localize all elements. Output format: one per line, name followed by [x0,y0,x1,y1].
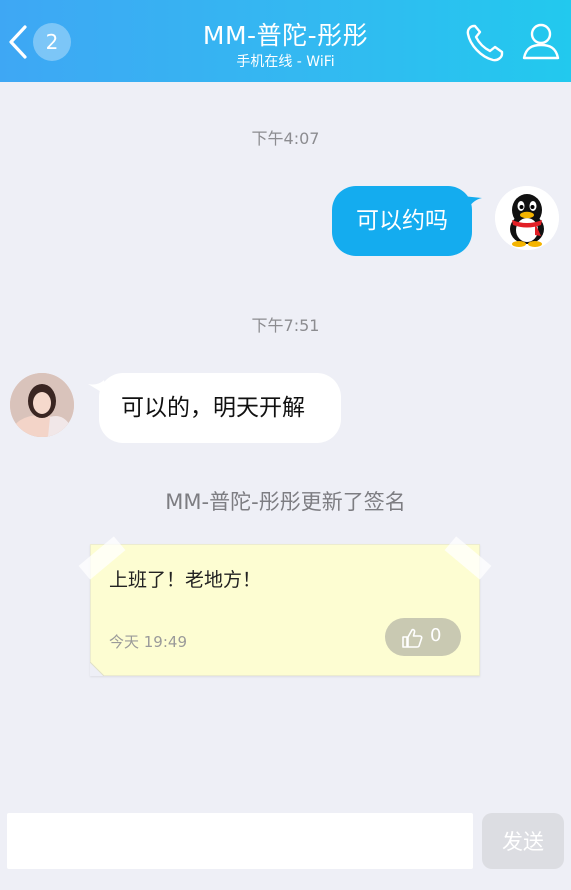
thumbs-up-icon [402,628,423,648]
chat-header: 2 MM-普陀-彤彤 手机在线 - WiFi [0,0,571,82]
bubble-tail-icon [462,196,482,212]
message-input[interactable] [7,813,473,869]
signature-update-notice: MM-普陀-彤彤更新了签名 [165,490,406,514]
incoming-message-bubble[interactable]: 可以的，明天开解 [99,373,341,443]
penguin-icon [495,186,559,250]
contact-photo [10,373,74,437]
person-icon[interactable] [518,20,564,66]
outgoing-message-bubble[interactable]: 可以约吗 [332,186,472,256]
message-timestamp: 下午7:51 [251,316,320,335]
page-fold-icon [90,662,104,676]
send-button[interactable]: 发送 [482,813,564,869]
signature-text: 上班了！老地方！ [109,569,262,591]
phone-icon[interactable] [462,20,508,66]
tape-decoration [444,536,492,580]
signature-card[interactable]: 上班了！老地方！ 今天 19:49 0 [78,536,492,676]
composer-bar: 发送 [0,800,571,890]
my-avatar[interactable] [495,186,559,250]
contact-avatar[interactable] [10,373,74,437]
signature-time: 今天 19:49 [109,633,187,651]
like-button[interactable]: 0 [385,618,461,656]
like-count: 0 [430,625,442,646]
message-timestamp: 下午4:07 [251,129,320,148]
